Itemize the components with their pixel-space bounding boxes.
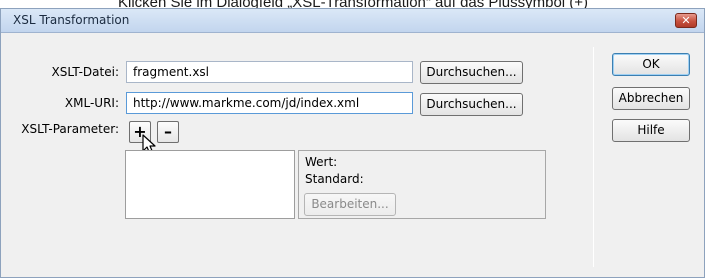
edit-button[interactable]: Bearbeiten... bbox=[304, 193, 396, 216]
xslt-file-label: XSLT-Datei: bbox=[51, 65, 120, 79]
xslt-parameter-label: XSLT-Parameter: bbox=[21, 122, 119, 136]
value-label: Wert: bbox=[305, 155, 338, 169]
titlebar: XSL Transformation ✕ bbox=[1, 9, 704, 33]
xslt-file-field[interactable]: fragment.xsl bbox=[126, 61, 413, 83]
xml-uri-field[interactable]: http://www.markme.com/jd/index.xml bbox=[126, 92, 413, 114]
parameter-list[interactable] bbox=[125, 150, 295, 219]
ok-button[interactable]: OK bbox=[612, 53, 690, 76]
xml-uri-label: XML-URI: bbox=[64, 96, 119, 110]
cancel-button[interactable]: Abbrechen bbox=[612, 87, 690, 110]
window-title: XSL Transformation bbox=[13, 13, 130, 27]
separator bbox=[593, 47, 594, 267]
minus-icon: – bbox=[164, 122, 172, 141]
close-button[interactable]: ✕ bbox=[675, 13, 697, 28]
parameter-details-group: Wert: Standard: Bearbeiten... bbox=[298, 150, 546, 219]
close-icon: ✕ bbox=[681, 14, 691, 27]
xsl-transformation-dialog: XSL Transformation ✕ XSLT-Datei: fragmen… bbox=[0, 8, 705, 278]
xslt-browse-button[interactable]: Durchsuchen... bbox=[420, 61, 523, 84]
xml-browse-button[interactable]: Durchsuchen... bbox=[420, 93, 523, 116]
default-label: Standard: bbox=[305, 172, 364, 186]
remove-parameter-button[interactable]: – bbox=[157, 121, 179, 143]
help-button[interactable]: Hilfe bbox=[612, 119, 690, 142]
